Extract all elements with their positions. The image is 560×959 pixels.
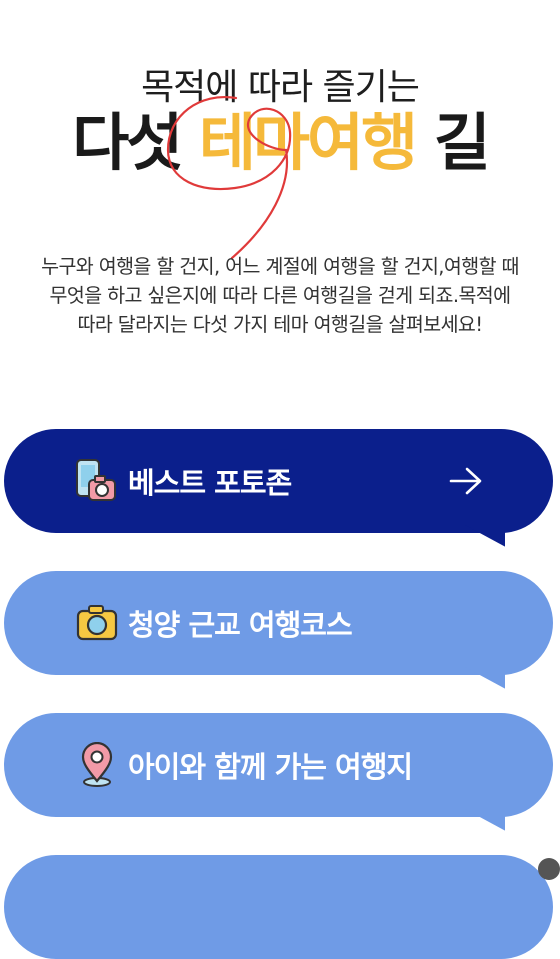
camera-icon [74, 600, 120, 646]
title-post: 길 [415, 106, 491, 179]
menu-label: 아이와 함께 가는 여행지 [128, 750, 413, 784]
bubble-tail [465, 809, 505, 831]
title-highlight: 테마여행 [198, 106, 418, 179]
description-line-2: 무엇을 하고 싶은지에 따라 다른 여행길을 걷게 되죠.목적에 [49, 284, 512, 307]
bubble-tail [465, 525, 505, 547]
arrow-right-icon [449, 467, 482, 495]
description: 누구와 여행을 할 건지, 어느 계절에 여행을 할 건지,여행할 때 무엇을 … [0, 252, 560, 339]
menu-button-nearby-course[interactable]: 청양 근교 여행코스 [4, 571, 553, 689]
menu-button-best-photozone[interactable]: 베스트 포토존 [4, 429, 553, 547]
phone-camera-icon [74, 458, 120, 504]
map-pin-icon [74, 742, 120, 788]
page-subtitle: 목적에 따라 즐기는 [141, 67, 420, 108]
description-line-3: 따라 달라지는 다섯 가지 테마 여행길을 살펴보세요! [77, 313, 484, 336]
menu-label: 베스트 포토존 [128, 466, 292, 500]
bubble-tail [465, 667, 505, 689]
description-line-1: 누구와 여행을 할 건지, 어느 계절에 여행을 할 건지,여행할 때 [41, 255, 519, 278]
menu-button-kids-trip[interactable]: 아이와 함께 가는 여행지 [4, 713, 553, 831]
menu-label: 청양 근교 여행코스 [128, 608, 353, 642]
title-pre: 다섯 [72, 106, 199, 179]
page-title: 다섯 테마여행 길 [0, 112, 560, 174]
menu-button-partial[interactable] [4, 855, 553, 959]
